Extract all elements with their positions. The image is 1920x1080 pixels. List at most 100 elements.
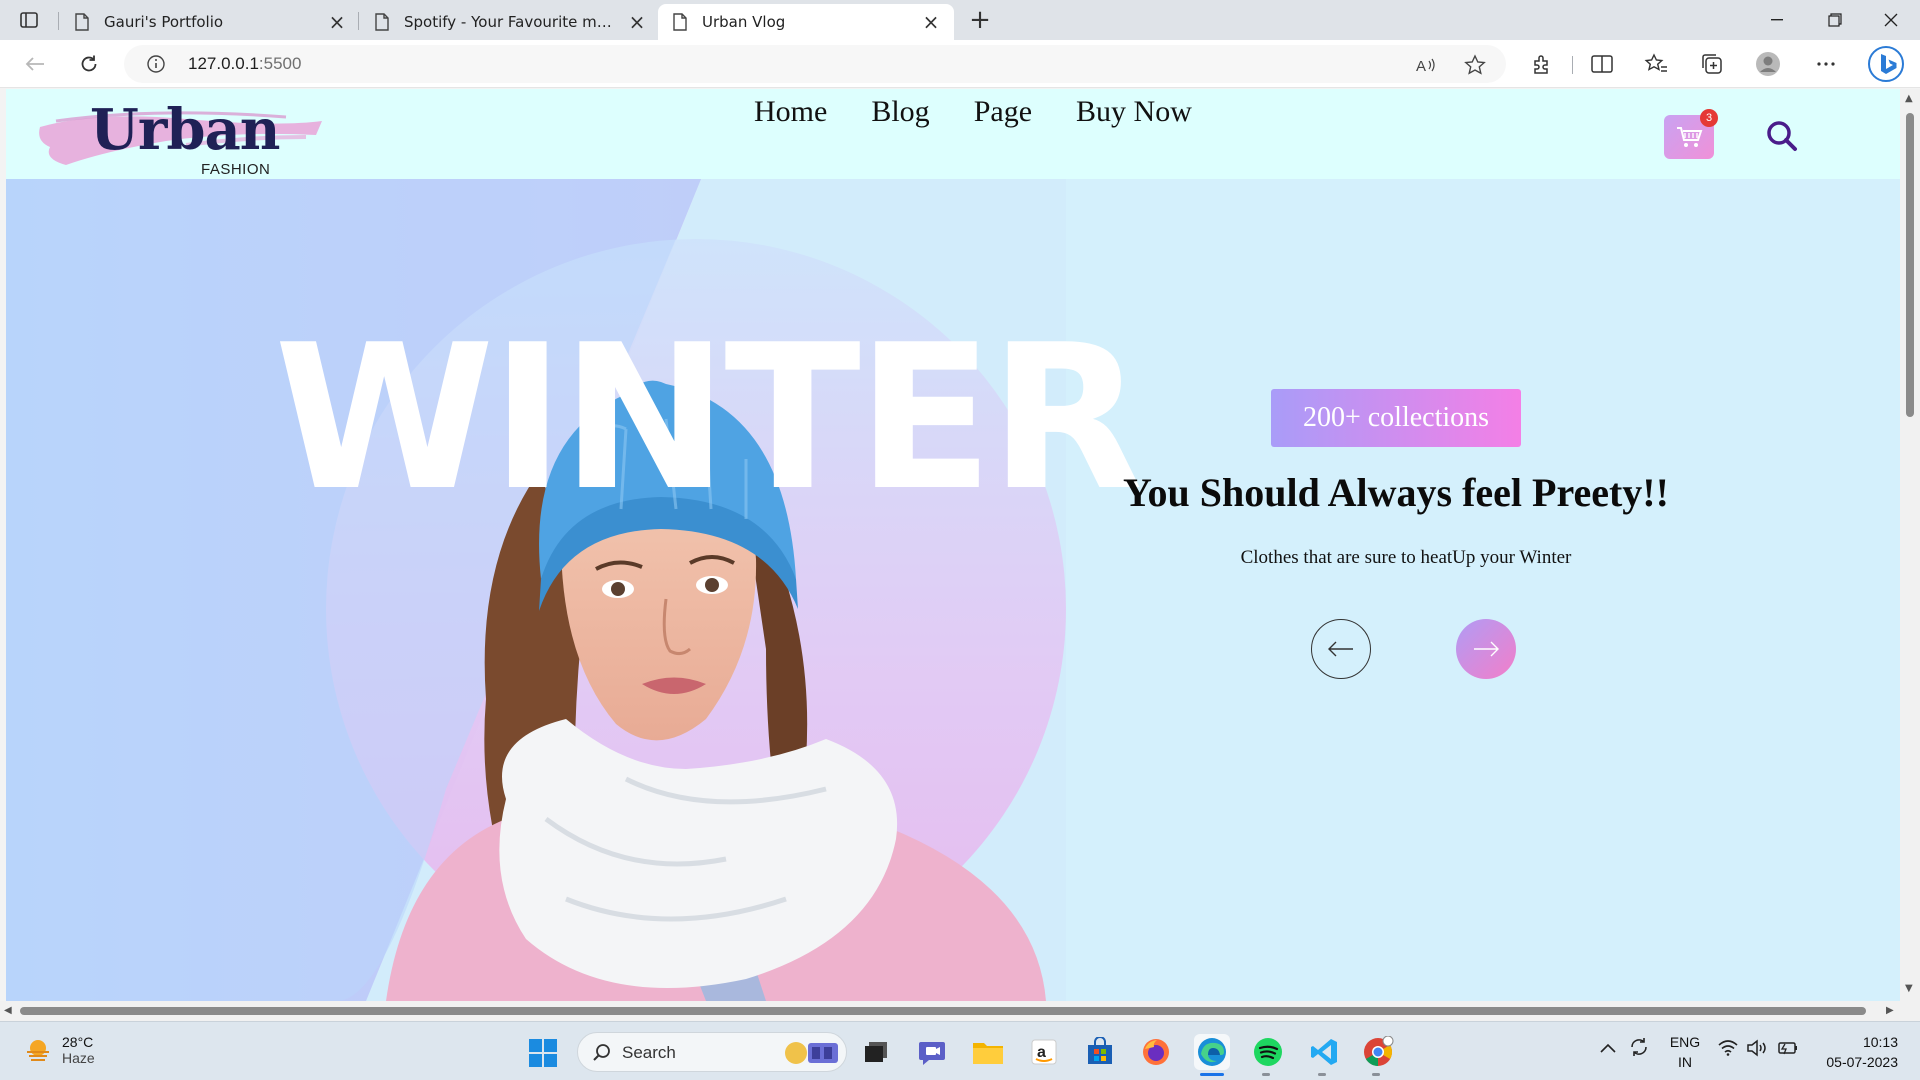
tab-title: Spotify - Your Favourite music is here	[404, 13, 620, 31]
url-field[interactable]: 127.0.0.1:5500 A	[124, 45, 1506, 83]
profile-avatar-icon[interactable]	[1754, 50, 1782, 78]
svg-text:a: a	[1037, 1044, 1046, 1061]
hero-backdrop-word: WINTER	[274, 302, 1143, 535]
vscode-icon[interactable]	[1306, 1034, 1342, 1070]
teams-chat-icon[interactable]	[914, 1034, 950, 1070]
nav-link-blog[interactable]: Blog	[871, 95, 929, 129]
microsoft-store-icon[interactable]	[1082, 1034, 1118, 1070]
info-icon[interactable]	[146, 54, 166, 74]
arrow-left-icon	[1328, 641, 1353, 657]
weather-temp: 28°C	[62, 1034, 94, 1050]
nav-link-page[interactable]: Page	[974, 95, 1032, 129]
running-app-indicator	[1372, 1073, 1380, 1076]
search-icon	[593, 1044, 610, 1061]
windows-taskbar: 28°C Haze Search a ENG IN 10:13 05-07-20…	[0, 1021, 1920, 1080]
favorites-icon[interactable]	[1642, 50, 1670, 78]
horizontal-scrollbar[interactable]: ◀ ▶	[0, 1001, 1920, 1021]
tab-separator	[358, 12, 359, 30]
cart-icon	[1677, 127, 1703, 147]
scroll-down-icon[interactable]: ▼	[1905, 983, 1913, 994]
browser-tab-bar: Gauri's Portfolio × Spotify - Your Favou…	[0, 0, 1920, 40]
read-aloud-icon[interactable]: A	[1414, 54, 1436, 76]
spotify-icon[interactable]	[1250, 1034, 1286, 1070]
clock-date: 05-07-2023	[1826, 1054, 1898, 1070]
tab-actions-icon[interactable]	[14, 8, 44, 32]
page-icon	[673, 13, 687, 31]
svg-text:A: A	[1416, 58, 1426, 75]
edge-browser-icon[interactable]	[1194, 1034, 1230, 1070]
page-viewport: Urban FASHION Home Blog Page Buy Now 3 W…	[6, 89, 1900, 1001]
vertical-scroll-thumb[interactable]	[1906, 113, 1914, 417]
tab-title: Urban Vlog	[702, 13, 786, 31]
site-logo[interactable]: Urban FASHION	[36, 97, 326, 178]
slider-next-button[interactable]	[1456, 619, 1516, 679]
windows-start-icon[interactable]	[528, 1038, 558, 1068]
nav-link-home[interactable]: Home	[754, 95, 827, 129]
running-app-indicator	[1262, 1073, 1270, 1076]
close-icon[interactable]: ×	[628, 10, 646, 34]
favorite-star-icon[interactable]	[1464, 54, 1486, 76]
main-nav: Home Blog Page Buy Now	[754, 95, 1192, 129]
restore-icon[interactable]	[1806, 0, 1864, 40]
region-code: IN	[1678, 1054, 1692, 1070]
scroll-up-icon[interactable]: ▲	[1905, 93, 1913, 104]
slider-prev-button[interactable]	[1311, 619, 1371, 679]
logo-subtitle: FASHION	[201, 161, 271, 178]
tab-spotify[interactable]: Spotify - Your Favourite music is here ×	[360, 4, 660, 40]
show-hidden-icons-icon[interactable]	[1600, 1040, 1616, 1056]
hero-slider: WINTER 200+ collections You Should Alway…	[6, 179, 1900, 1001]
search-highlight-icon	[785, 1042, 838, 1064]
active-app-indicator	[1200, 1073, 1224, 1076]
close-icon[interactable]: ×	[328, 10, 346, 34]
firefox-icon[interactable]	[1138, 1034, 1174, 1070]
logo-text: Urban	[90, 97, 280, 163]
cart-count-badge: 3	[1700, 109, 1718, 127]
collections-badge: 200+ collections	[1271, 389, 1521, 447]
haze-weather-icon	[27, 1040, 49, 1061]
collections-icon[interactable]	[1698, 50, 1726, 78]
address-bar-row: 127.0.0.1:5500 A	[0, 40, 1920, 88]
wifi-icon[interactable]	[1718, 1040, 1738, 1059]
volume-icon[interactable]	[1746, 1038, 1768, 1061]
nav-link-buy-now[interactable]: Buy Now	[1076, 95, 1192, 129]
battery-icon[interactable]	[1776, 1040, 1798, 1059]
new-tab-button[interactable]: +	[965, 5, 995, 35]
language-code: ENG	[1669, 1034, 1701, 1050]
more-options-icon[interactable]	[1812, 50, 1840, 78]
amazon-icon[interactable]: a	[1026, 1034, 1062, 1070]
minimize-icon[interactable]	[1748, 0, 1806, 40]
page-icon	[375, 13, 389, 31]
site-search-button[interactable]	[1760, 115, 1804, 159]
tab-urban-vlog[interactable]: Urban Vlog ×	[658, 4, 954, 40]
refresh-icon[interactable]	[72, 49, 106, 79]
running-app-indicator	[1318, 1073, 1326, 1076]
close-icon[interactable]: ×	[922, 10, 940, 34]
weather-widget[interactable]: 28°C Haze	[24, 1034, 95, 1066]
scroll-left-icon[interactable]: ◀	[4, 1005, 12, 1016]
horizontal-scroll-thumb[interactable]	[20, 1007, 1866, 1015]
url-port: :5500	[258, 54, 302, 73]
search-icon	[1767, 121, 1797, 151]
clock-time: 10:13	[1862, 1034, 1898, 1050]
page-icon	[75, 13, 89, 31]
tab-gauris-portfolio[interactable]: Gauri's Portfolio ×	[60, 4, 360, 40]
taskbar-search-box[interactable]: Search	[577, 1032, 847, 1072]
split-screen-icon[interactable]	[1588, 50, 1616, 78]
sync-icon[interactable]	[1628, 1036, 1650, 1061]
bing-copilot-icon[interactable]	[1868, 46, 1904, 82]
hero-headline: You Should Always feel Preety!!	[1123, 470, 1669, 515]
back-arrow-icon[interactable]	[18, 49, 52, 79]
site-header: Urban FASHION Home Blog Page Buy Now 3	[6, 89, 1900, 179]
extensions-icon[interactable]	[1528, 50, 1556, 78]
weather-desc: Haze	[62, 1050, 95, 1066]
scroll-right-icon[interactable]: ▶	[1886, 1005, 1894, 1016]
close-window-icon[interactable]	[1862, 0, 1920, 40]
task-view-icon[interactable]	[858, 1034, 894, 1070]
system-clock[interactable]: 10:13 05-07-2023	[1812, 1032, 1898, 1072]
chrome-icon[interactable]	[1360, 1034, 1396, 1070]
file-explorer-icon[interactable]	[970, 1034, 1006, 1070]
vertical-scrollbar[interactable]: ▲ ▼	[1900, 89, 1920, 1001]
taskbar-search-label: Search	[622, 1043, 676, 1062]
arrow-right-icon	[1474, 641, 1499, 657]
language-indicator[interactable]: ENG IN	[1668, 1032, 1702, 1072]
